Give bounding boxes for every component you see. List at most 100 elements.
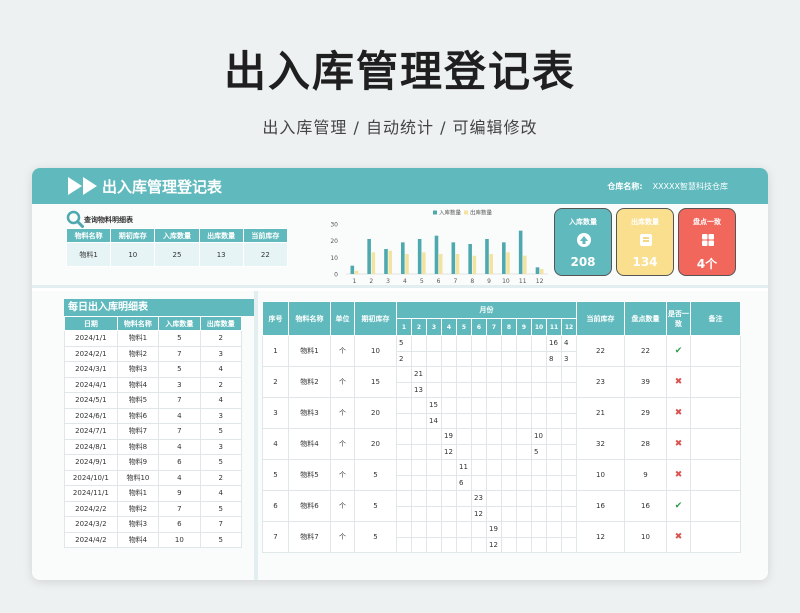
out-qty-cell xyxy=(396,474,412,491)
kpi-value: 4个 xyxy=(696,257,718,271)
remark-cell xyxy=(690,521,741,553)
out-qty-cell xyxy=(516,381,532,398)
table-row: 2024/8/1 物料8 4 3 xyxy=(64,438,243,455)
daily-cell: 5 xyxy=(199,500,243,517)
main-name-cell: 物料5 xyxy=(288,459,331,491)
daily-cell: 2024/10/1 xyxy=(64,469,118,486)
legend-label: 出库数量 xyxy=(470,209,493,217)
in-qty-cell: 5 xyxy=(396,335,412,352)
main-seq-cell: 7 xyxy=(262,521,289,553)
out-qty-cell xyxy=(471,381,487,398)
daily-cell: 物料2 xyxy=(116,500,160,517)
daily-cell: 物料4 xyxy=(116,376,160,393)
out-qty-cell xyxy=(501,381,517,398)
month-header: 10 xyxy=(531,318,547,336)
out-qty-cell xyxy=(471,536,487,553)
bar-in xyxy=(384,249,388,274)
in-qty-cell xyxy=(456,335,472,352)
x-tick-label: 5 xyxy=(420,278,424,285)
remark-cell xyxy=(690,459,741,491)
out-qty-cell xyxy=(501,412,517,429)
bar-out xyxy=(489,254,493,274)
in-qty-cell xyxy=(396,397,412,414)
out-qty-cell xyxy=(471,474,487,491)
main-col-header: 当前库存 xyxy=(576,301,625,336)
x-tick-label: 6 xyxy=(437,278,441,285)
in-qty-cell xyxy=(486,428,502,445)
daily-table: 日期 物料名称 入库数量 出库数量 2024/1/1 物料1 5 2 2024/2/1 物料2 7… xyxy=(64,316,243,548)
remark-cell xyxy=(690,428,741,460)
main-opening-cell: 20 xyxy=(354,428,397,460)
daily-cell: 9 xyxy=(158,485,201,502)
daily-col-header: 出库数量 xyxy=(199,316,243,331)
query-cell: 13 xyxy=(198,242,244,267)
in-qty-cell xyxy=(501,521,517,538)
out-qty-cell xyxy=(426,443,442,460)
in-qty-cell xyxy=(486,335,502,352)
out-qty-cell xyxy=(441,474,457,491)
main-opening-cell: 15 xyxy=(354,366,397,398)
out-qty-cell: 6 xyxy=(456,474,472,491)
main-col-header: 月份 xyxy=(396,301,577,319)
daily-cell: 7 xyxy=(158,423,201,440)
bar-out xyxy=(472,255,477,274)
consistency-cell: ✔ xyxy=(666,490,691,522)
daily-cell: 物料5 xyxy=(116,392,160,409)
daily-col-header: 物料名称 xyxy=(116,316,160,331)
month-header: 4 xyxy=(441,318,457,336)
out-qty-cell xyxy=(561,474,577,491)
daily-col-header: 日期 xyxy=(64,316,118,331)
main-col-header: 期初库存 xyxy=(354,301,397,336)
warehouse-info: 仓库名称: XXXXX智慧科技仓库 xyxy=(607,181,728,192)
in-qty-cell xyxy=(456,521,472,538)
out-qty-cell xyxy=(531,381,547,398)
page-title: 出入库管理登记表 xyxy=(223,47,576,96)
daily-cell: 2024/4/2 xyxy=(64,531,118,548)
daily-cell: 物料4 xyxy=(116,531,160,548)
main-col-header: 单位 xyxy=(330,301,355,336)
page-subtitle: 出入库管理 / 自动统计 / 可编辑修改 xyxy=(262,118,538,137)
main-name-cell: 物料2 xyxy=(288,366,331,398)
in-qty-cell xyxy=(501,459,517,476)
query-col-header: 出库数量 xyxy=(198,228,244,243)
in-qty-cell xyxy=(546,366,562,383)
in-qty-cell: 11 xyxy=(456,459,472,476)
in-qty-cell xyxy=(426,459,442,476)
y-tick-label: 20 xyxy=(330,238,338,245)
table-row: 2024/5/1 物料5 7 4 xyxy=(64,392,243,409)
cross-icon: ✖ xyxy=(674,377,683,387)
table-row: 2024/1/1 物料1 5 2 xyxy=(64,330,243,347)
consistency-cell: ✖ xyxy=(666,366,691,398)
out-qty-cell xyxy=(486,381,502,398)
in-qty-cell xyxy=(471,428,487,445)
daily-cell: 6 xyxy=(158,516,201,533)
main-unit-cell: 个 xyxy=(330,521,355,553)
in-qty-cell xyxy=(441,335,457,352)
main-col-header: 是否一致 xyxy=(666,301,691,336)
daily-cell: 4 xyxy=(199,392,243,409)
bar-out xyxy=(388,250,392,274)
consistency-cell: ✖ xyxy=(666,397,691,429)
out-qty-cell xyxy=(486,350,502,367)
y-tick-label: 10 xyxy=(330,255,338,262)
daily-cell: 3 xyxy=(199,438,243,455)
bar-in xyxy=(350,265,355,274)
out-qty-cell xyxy=(516,350,532,367)
in-qty-cell xyxy=(486,397,502,414)
out-qty-cell xyxy=(411,505,427,522)
main-name-cell: 物料6 xyxy=(288,490,331,522)
section-divider xyxy=(254,291,258,580)
main-opening-cell: 10 xyxy=(354,335,397,367)
month-header: 5 xyxy=(456,318,472,336)
out-qty-cell xyxy=(396,443,412,460)
in-qty-cell xyxy=(396,490,412,507)
daily-cell: 2024/9/1 xyxy=(64,454,118,471)
main-name-cell: 物料3 xyxy=(288,397,331,429)
in-qty-cell xyxy=(441,397,457,414)
in-qty-cell xyxy=(456,366,472,383)
daily-cell: 2 xyxy=(199,330,243,347)
in-qty-cell xyxy=(501,490,517,507)
main-counted-cell: 16 xyxy=(624,490,667,522)
bar-out xyxy=(455,254,460,274)
daily-cell: 4 xyxy=(158,469,201,486)
